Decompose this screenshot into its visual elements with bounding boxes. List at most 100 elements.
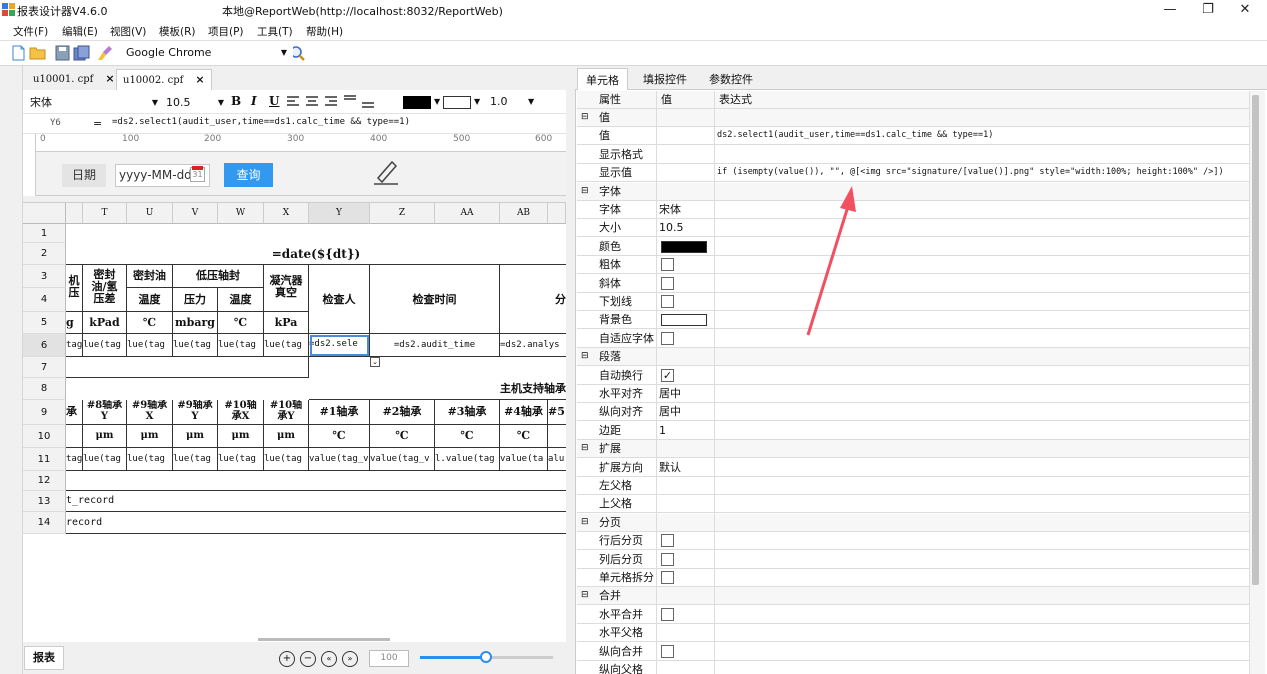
minimize-button[interactable]: — — [1161, 1, 1179, 19]
property-group[interactable]: ⊟ 字体 — [577, 182, 1249, 201]
table-cell[interactable]: ℃ — [435, 425, 500, 448]
table-cell[interactable]: 检查时间 — [370, 265, 500, 334]
property-checkbox[interactable] — [661, 552, 674, 566]
property-row[interactable]: 值 ds2.select1(audit_user,time==ds1.calc_t… — [577, 127, 1249, 146]
property-checkbox[interactable] — [661, 295, 674, 308]
table-cell[interactable]: #10轴 承Y — [264, 400, 309, 425]
table-cell[interactable]: #1轴承 — [309, 400, 370, 425]
column-header[interactable]: W — [218, 203, 264, 224]
table-cell[interactable]: 低压轴封 — [173, 265, 264, 288]
property-row[interactable]: 自适应字体 — [577, 330, 1249, 348]
row-header[interactable]: 2 — [23, 243, 66, 265]
line-width-value[interactable]: 1.0 — [490, 95, 508, 108]
table-cell[interactable]: value(ta — [500, 448, 548, 471]
table-cell[interactable]: value(tag_v — [309, 448, 370, 471]
dropdown-arrow-icon[interactable]: ⌄ — [370, 357, 380, 367]
table-cell[interactable]: ℃ — [218, 312, 264, 334]
property-value[interactable]: 宋体 — [659, 201, 713, 219]
property-checkbox[interactable] — [661, 644, 674, 658]
menu-help[interactable]: 帮助(H) — [306, 24, 343, 39]
menu-tools[interactable]: 工具(T) — [257, 24, 293, 39]
property-row[interactable]: 扩展方向 默认 — [577, 459, 1249, 477]
font-family-select[interactable]: 宋体 ▼ — [30, 94, 158, 111]
table-cell[interactable]: lue(tag — [264, 448, 309, 471]
tab-close-icon[interactable]: × — [105, 72, 114, 85]
save-all-icon[interactable] — [73, 45, 90, 61]
property-row[interactable]: 显示格式 — [577, 146, 1249, 164]
table-cell[interactable]: tag — [66, 334, 83, 357]
collapse-icon[interactable]: ⊟ — [581, 587, 595, 605]
menu-project[interactable]: 项目(P) — [208, 24, 244, 39]
property-row[interactable]: 字体 宋体 — [577, 201, 1249, 219]
italic-button[interactable]: I — [251, 94, 257, 108]
property-value[interactable]: 默认 — [659, 459, 713, 477]
table-cell[interactable]: ℃ — [309, 425, 370, 448]
tab-close-icon[interactable]: × — [195, 73, 204, 86]
property-row[interactable]: 左父格 — [577, 477, 1249, 495]
font-size-select[interactable]: 10.5 ▼ — [166, 94, 224, 111]
close-button[interactable]: ✕ — [1236, 1, 1254, 19]
selected-cell-Y6[interactable]: =ds2.sele — [309, 334, 370, 357]
new-file-icon[interactable] — [10, 45, 27, 61]
table-cell[interactable]: #9轴承 X — [127, 400, 173, 425]
property-checkbox[interactable] — [661, 534, 674, 548]
collapse-icon[interactable]: ⊟ — [581, 183, 595, 201]
table-cell[interactable]: g — [66, 312, 83, 334]
maximize-button[interactable]: ❐ — [1199, 1, 1217, 19]
table-cell[interactable]: value(tag_v — [370, 448, 435, 471]
property-group[interactable]: ⊟ 值 — [577, 109, 1249, 127]
property-checkbox[interactable] — [661, 607, 674, 621]
table-cell[interactable]: lue(tag — [218, 334, 264, 357]
table-cell[interactable]: μm — [173, 425, 218, 448]
property-row[interactable]: 斜体 — [577, 275, 1249, 293]
table-cell[interactable]: #4轴承 — [500, 400, 548, 425]
property-row[interactable]: 颜色 — [577, 238, 1249, 256]
property-checkbox[interactable] — [661, 258, 674, 272]
property-row[interactable]: 水平合并 — [577, 606, 1249, 624]
open-folder-icon[interactable] — [29, 45, 46, 61]
table-cell[interactable]: record — [66, 512, 566, 534]
table-cell[interactable]: 分 — [500, 265, 566, 334]
property-row[interactable]: 水平对齐 居中 — [577, 385, 1249, 403]
collapse-icon[interactable]: ⊟ — [581, 109, 595, 127]
align-buttons-icon[interactable] — [286, 95, 386, 109]
table-cell[interactable]: 检查人 — [309, 265, 370, 334]
menu-file[interactable]: 文件(F) — [13, 24, 48, 39]
table-cell[interactable]: tag — [66, 448, 83, 471]
row-header[interactable]: 6 — [23, 334, 66, 357]
property-row[interactable]: 自动换行 ✓ — [577, 367, 1249, 385]
table-cell[interactable]: =ds2.analys — [500, 334, 566, 357]
table-cell[interactable]: lue(tag — [83, 334, 127, 357]
menu-edit[interactable]: 编辑(E) — [62, 24, 98, 39]
row-header[interactable]: 10 — [23, 425, 66, 448]
color-swatch[interactable] — [661, 314, 707, 327]
row-header[interactable]: 8 — [23, 378, 66, 400]
property-group[interactable]: ⊟ 扩展 — [577, 440, 1249, 459]
column-header[interactable]: V — [173, 203, 218, 224]
table-cell[interactable]: lue(tag — [127, 334, 173, 357]
table-cell[interactable]: alu — [548, 448, 566, 471]
spreadsheet-grid[interactable]: T U V W X Y Z AA AB 1 2 3 4 5 6 7 8 9 10… — [23, 202, 566, 642]
table-cell[interactable] — [66, 357, 309, 378]
column-header[interactable]: U — [127, 203, 173, 224]
property-row[interactable]: 纵向对齐 居中 — [577, 403, 1249, 422]
chevron-down-icon[interactable]: ▼ — [474, 97, 480, 106]
table-cell[interactable]: lue(tag — [173, 334, 218, 357]
tab-u10001[interactable]: u10001. cpf × — [27, 69, 121, 90]
row-header[interactable]: 1 — [23, 224, 66, 243]
tab-param-controls[interactable]: 参数控件 — [709, 71, 753, 87]
collapse-icon[interactable]: ⊟ — [581, 440, 595, 458]
query-button[interactable]: 查询 — [224, 163, 273, 187]
table-cell[interactable]: #8轴承 Y — [83, 400, 127, 425]
column-header[interactable]: Z — [370, 203, 435, 224]
column-header[interactable]: Y — [309, 203, 370, 224]
property-row[interactable]: 单元格拆分 — [577, 569, 1249, 587]
table-cell[interactable]: lue(tag — [83, 448, 127, 471]
calendar-icon[interactable]: 31 — [190, 166, 205, 182]
table-cell[interactable]: 机 压 — [66, 265, 83, 312]
table-cell[interactable]: μm — [127, 425, 173, 448]
row-header[interactable]: 3 — [23, 265, 66, 288]
table-cell[interactable]: 温度 — [127, 288, 173, 312]
row-header[interactable]: 12 — [23, 471, 66, 491]
property-row[interactable]: 边距 1 — [577, 422, 1249, 440]
